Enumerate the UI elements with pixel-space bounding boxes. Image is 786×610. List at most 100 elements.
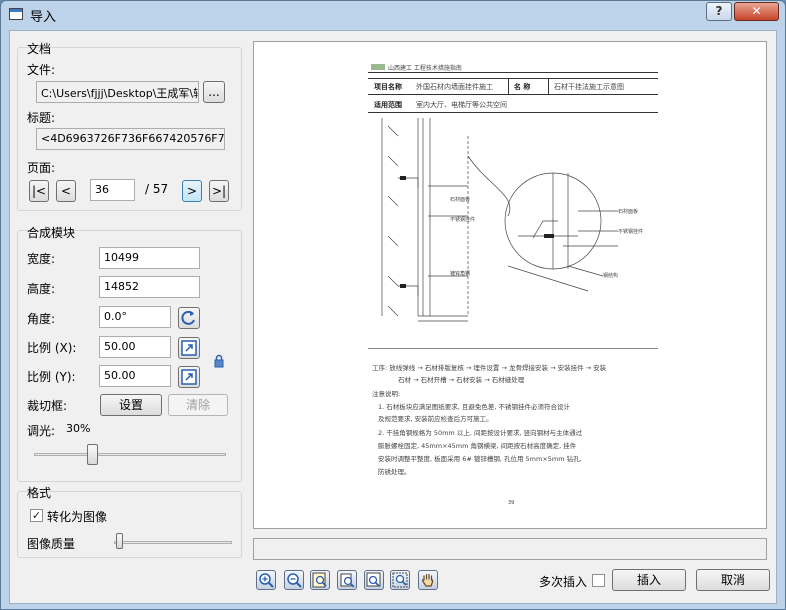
page-number-input[interactable]: 36	[90, 179, 135, 201]
dim-value: 30%	[66, 422, 91, 435]
fit-height-button[interactable]	[178, 366, 200, 388]
next-page-button[interactable]: >	[182, 180, 202, 202]
fit-width-view-button[interactable]	[337, 570, 357, 590]
fit-width-icon	[340, 573, 355, 588]
actual-size-button[interactable]	[364, 570, 384, 590]
doc-project-value: 外国石材内墙面挂件施工	[416, 83, 493, 91]
doc-note-7: 膨胀螺栓固定, 45mm×45mm 角钢横梁, 间距按石材高度确定, 挂件	[378, 442, 577, 450]
cancel-button[interactable]: 取消	[696, 569, 770, 591]
preview-status-strip	[253, 538, 767, 560]
dim-label: 调光:	[27, 424, 56, 438]
dim-slider-track[interactable]	[34, 453, 226, 456]
scale-x-label: 比例 (X):	[27, 341, 77, 355]
convert-to-image-checkbox[interactable]: ✓	[30, 509, 43, 522]
preview-document: 山西建工 工程技术措施指南 项目名称 外国石材内墙面挂件施工 名 称 石材干挂法…	[368, 60, 658, 522]
doc-header: 山西建工 工程技术措施指南	[388, 65, 462, 72]
doc-scope-value: 室内大厅、电梯厅等公共空间	[416, 101, 507, 109]
doc-callout-1: 石材面板	[450, 197, 471, 203]
compose-group-title: 合成模块	[27, 226, 76, 240]
doc-logo	[371, 64, 385, 70]
help-button[interactable]: ?	[706, 2, 732, 21]
height-label: 高度:	[27, 282, 56, 296]
page-label: 页面:	[27, 161, 56, 175]
doc-rule	[368, 348, 658, 349]
width-label: 宽度:	[27, 252, 56, 266]
browse-button[interactable]: ...	[203, 81, 225, 103]
doc-scope-label: 适用范围	[374, 101, 402, 109]
crop-label: 裁切框:	[27, 399, 68, 413]
quality-slider-thumb[interactable]	[116, 533, 123, 549]
doc-rule	[368, 94, 658, 95]
angle-input[interactable]: 0.0°	[99, 306, 171, 328]
fit-icon	[181, 340, 197, 356]
scale-x-input[interactable]: 50.00	[99, 336, 171, 358]
page-preview: 山西建工 工程技术措施指南 项目名称 外国石材内墙面挂件施工 名 称 石材干挂法…	[253, 41, 767, 529]
zoom-out-icon	[287, 573, 302, 588]
doc-rule	[368, 112, 658, 113]
fit-width-button[interactable]	[178, 337, 200, 359]
zoom-in-icon	[259, 573, 274, 588]
prev-page-button[interactable]: <	[56, 180, 76, 202]
width-input[interactable]: 10499	[99, 247, 200, 269]
multi-insert-label[interactable]: 多次插入	[539, 573, 587, 590]
hand-icon	[421, 573, 434, 587]
doc-callout-2: 不锈钢挂件	[450, 217, 476, 223]
scale-y-input[interactable]: 50.00	[99, 365, 171, 387]
doc-note-6: 2. 干挂角钢规格为 50mm 以上, 间距按设计要求, 竖向钢材与主体通过	[378, 429, 583, 437]
crop-clear-button[interactable]: 清除	[168, 394, 228, 416]
import-dialog: 导入 ? ✕ 文档 文件: C:\Users\fjjj\Desktop\王成军\…	[0, 0, 786, 610]
crop-set-button[interactable]: 设置	[100, 394, 162, 416]
height-input[interactable]: 14852	[99, 276, 200, 298]
zoom-out-button[interactable]	[284, 570, 304, 590]
doc-callout-6: 钢结构	[603, 273, 619, 279]
window-icon	[9, 8, 23, 20]
doc-note-1: 工序: 放线弹线 → 石材排版复核 → 埋件设置 → 龙骨焊接安装 → 安装挂件…	[372, 364, 607, 372]
doc-drawing	[381, 118, 618, 322]
dim-slider-thumb[interactable]	[86, 444, 98, 465]
doc-note-4: 1. 石材板块应满足图纸要求, 且避免色差, 不锈钢挂件必须符合设计	[378, 403, 571, 411]
doc-callout-5: 不锈钢挂件	[618, 229, 644, 235]
doc-rule	[548, 78, 549, 94]
pan-hand-button[interactable]	[418, 570, 438, 590]
quality-label: 图像质量	[27, 537, 76, 551]
zoom-region-button[interactable]	[390, 570, 410, 590]
first-page-button[interactable]: |<	[29, 180, 49, 202]
doc-name-value: 石材干挂法施工示意图	[554, 83, 624, 91]
doc-rule	[368, 72, 658, 73]
zoom-in-button[interactable]	[256, 570, 276, 590]
insert-button[interactable]: 插入	[612, 569, 686, 591]
file-path-field[interactable]: C:\Users\fjjj\Desktop\王成军\辅	[36, 81, 199, 103]
doc-note-5: 及规范要求, 安装前应检查后方可施工。	[378, 415, 493, 423]
doc-note-9: 防锈处理。	[378, 468, 411, 476]
quality-slider-track[interactable]	[114, 541, 232, 544]
doc-name-label: 名 称	[514, 83, 531, 91]
close-button[interactable]: ✕	[734, 2, 779, 21]
fit-page-button[interactable]	[310, 570, 330, 590]
lock-ratio-icon[interactable]	[213, 354, 225, 368]
angle-label: 角度:	[27, 312, 56, 326]
title-field[interactable]: <4D6963726F736F667420576F72642	[36, 128, 225, 150]
doc-callout-3: 镀锌角钢	[450, 271, 471, 277]
doc-note-2: 石材 → 石材开槽 → 石材安装 → 石材缝处理	[398, 376, 525, 384]
doc-page-mark: 39	[508, 500, 515, 506]
convert-to-image-label[interactable]: 转化为图像	[47, 508, 107, 525]
actual-size-icon	[366, 572, 381, 587]
window-title: 导入	[30, 10, 57, 25]
rotate-icon	[181, 310, 195, 325]
doc-callout-4: 石材面板	[618, 209, 639, 215]
doc-rule	[508, 78, 509, 94]
multi-insert-checkbox[interactable]	[592, 574, 605, 587]
format-group-title: 格式	[27, 486, 52, 500]
doc-note-8: 安装时调整平整度, 板面采用 6# 镀锌槽钢, 孔位用 5mm×5mm 钻孔,	[378, 455, 582, 463]
scale-y-label: 比例 (Y):	[27, 370, 76, 384]
doc-project-label: 项目名称	[374, 83, 402, 91]
zoom-region-icon	[392, 572, 408, 588]
doc-note-3: 注意说明:	[372, 390, 401, 398]
title-bar: 导入 ? ✕	[1, 1, 785, 29]
file-label: 文件:	[27, 63, 56, 77]
fit-icon	[181, 369, 197, 385]
page-total: / 57	[145, 182, 169, 196]
fit-page-icon	[312, 572, 327, 588]
rotate-button[interactable]	[178, 307, 200, 329]
last-page-button[interactable]: >|	[209, 180, 229, 202]
